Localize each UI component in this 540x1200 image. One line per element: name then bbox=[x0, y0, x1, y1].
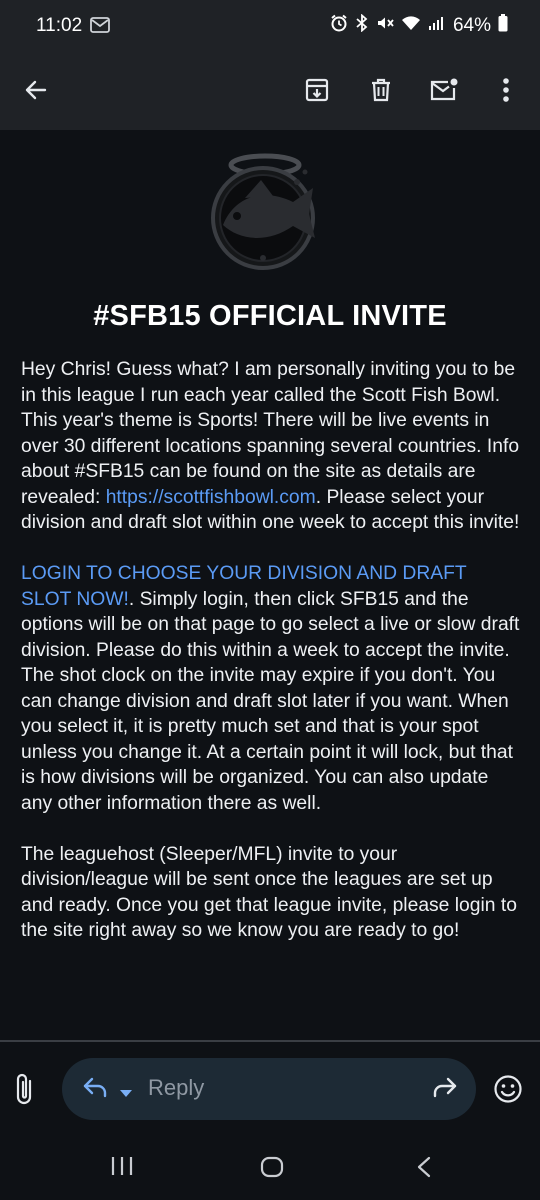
battery-percent: 64% bbox=[452, 14, 491, 36]
leaguehost-text: The leaguehost (Sleeper/MFL) invite to y… bbox=[21, 843, 517, 942]
wifi-icon bbox=[401, 15, 421, 36]
status-bar: 11:02 64% bbox=[0, 0, 540, 52]
system-nav-bar bbox=[0, 1134, 540, 1200]
home-icon[interactable] bbox=[260, 1156, 284, 1183]
battery-icon bbox=[498, 14, 508, 37]
archive-icon[interactable] bbox=[301, 74, 333, 106]
emoji-icon[interactable] bbox=[493, 1074, 523, 1104]
paragraph-login: LOGIN TO CHOOSE YOUR DIVISION AND DRAFT … bbox=[21, 561, 521, 816]
more-vert-icon[interactable] bbox=[490, 74, 522, 106]
email-text: Hey Chris! Guess what? I am personally i… bbox=[21, 357, 521, 969]
email-toolbar bbox=[0, 52, 540, 130]
back-arrow-icon[interactable] bbox=[20, 74, 52, 106]
attachment-icon[interactable] bbox=[14, 1072, 46, 1106]
gmail-icon bbox=[90, 17, 110, 38]
status-time: 11:02 bbox=[36, 15, 83, 36]
forward-icon[interactable] bbox=[432, 1076, 458, 1103]
mark-unread-icon[interactable] bbox=[428, 74, 460, 106]
chevron-down-icon[interactable] bbox=[120, 1085, 132, 1103]
status-icons: 64% bbox=[330, 13, 508, 37]
login-text: . Simply login, then click SFB15 and the… bbox=[21, 588, 520, 814]
reply-area: Reply bbox=[0, 1042, 540, 1134]
alarm-icon bbox=[330, 14, 348, 37]
reply-icon bbox=[82, 1076, 108, 1103]
recent-apps-icon[interactable] bbox=[111, 1156, 133, 1181]
fishbowl-logo bbox=[205, 140, 335, 275]
reply-button[interactable]: Reply bbox=[62, 1058, 476, 1120]
bluetooth-icon bbox=[355, 13, 369, 37]
email-body: #SFB15 OFFICIAL INVITE Hey Chris! Guess … bbox=[0, 130, 540, 1040]
intro-text: Hey Chris! Guess what? I am personally i… bbox=[21, 359, 520, 508]
back-nav-icon[interactable] bbox=[416, 1156, 432, 1183]
delete-icon[interactable] bbox=[365, 74, 397, 106]
signal-icon bbox=[428, 15, 444, 36]
reply-label: Reply bbox=[148, 1075, 205, 1100]
email-title: #SFB15 OFFICIAL INVITE bbox=[93, 300, 447, 332]
paragraph-leaguehost: The leaguehost (Sleeper/MFL) invite to y… bbox=[21, 842, 521, 944]
mute-icon bbox=[376, 14, 394, 37]
paragraph-intro: Hey Chris! Guess what? I am personally i… bbox=[21, 357, 521, 536]
website-link[interactable]: https://scottfishbowl.com bbox=[106, 487, 316, 508]
